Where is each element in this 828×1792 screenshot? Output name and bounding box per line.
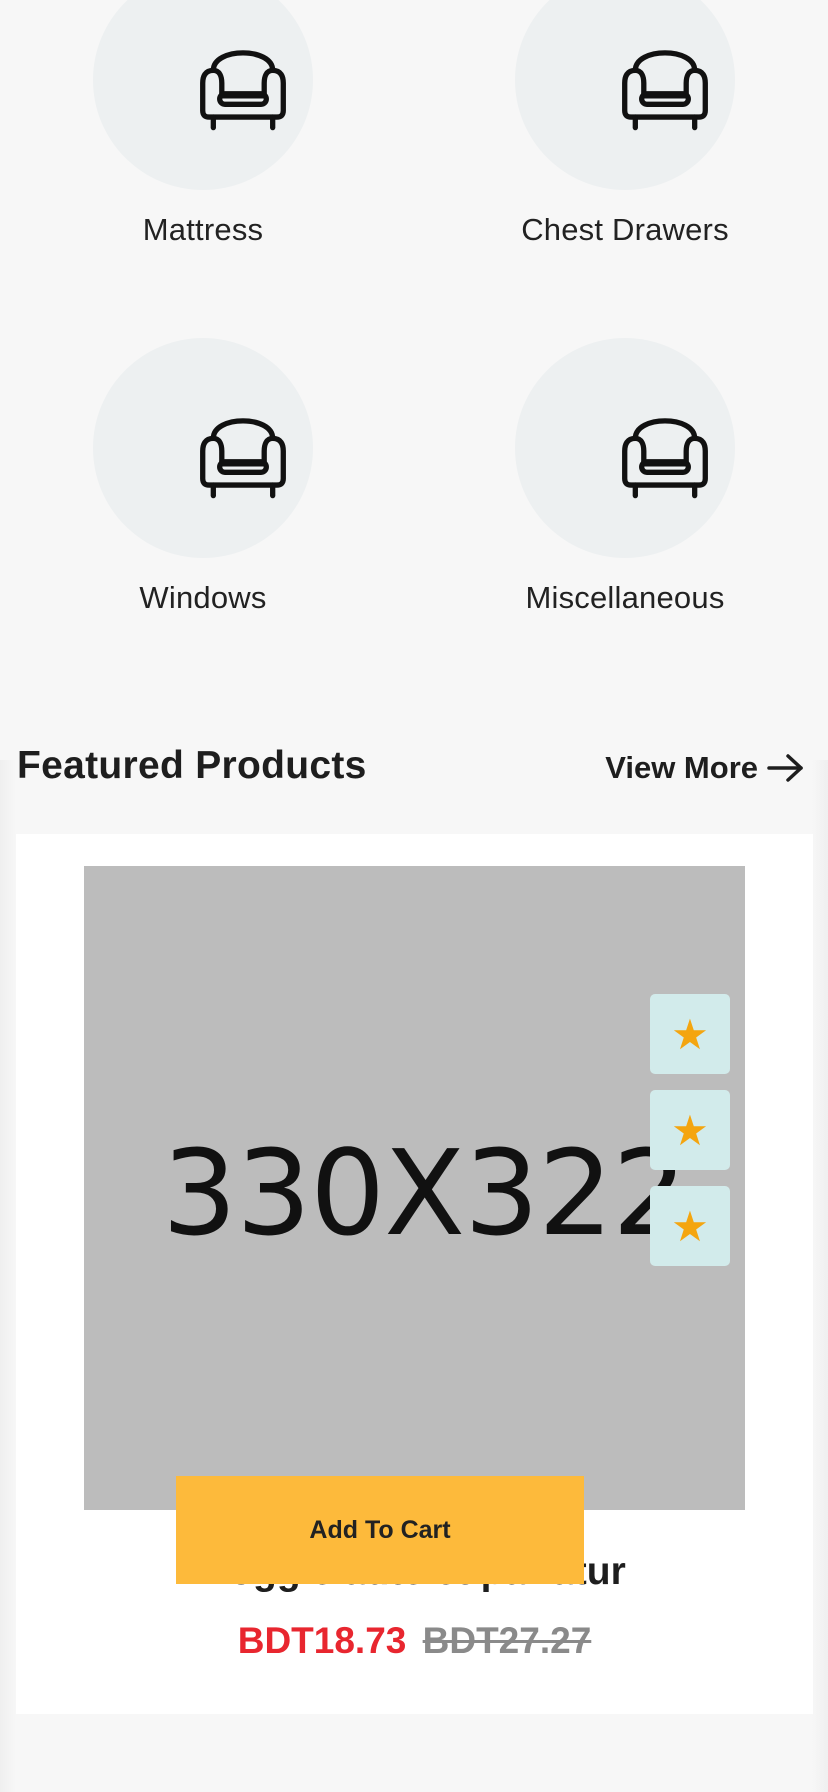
armchair-icon (612, 396, 718, 502)
view-more-link[interactable]: View More (605, 750, 806, 786)
armchair-icon (190, 396, 296, 502)
star-icon: ★ (671, 1010, 709, 1058)
action-button[interactable]: ★ (650, 994, 730, 1074)
image-placeholder-text: 330X322 (162, 1124, 687, 1262)
arrow-right-icon (766, 752, 806, 784)
armchair-icon (612, 28, 718, 134)
price-row: BDT18.73 BDT27.27 (16, 1620, 813, 1662)
page: Mattress Chest Drawers Windows Miscellan… (0, 0, 828, 1792)
category-label: Windows (139, 580, 267, 615)
section-title: Featured Products (17, 744, 367, 787)
star-icon: ★ (671, 1202, 709, 1250)
category-label: Mattress (142, 212, 264, 247)
action-button[interactable]: ★ (650, 1186, 730, 1266)
action-button[interactable]: ★ (650, 1090, 730, 1170)
view-more-label: View More (605, 750, 758, 785)
price-original: BDT27.27 (422, 1620, 592, 1661)
add-to-cart-button[interactable]: Add To Cart (176, 1476, 584, 1584)
product-image[interactable]: 330X322 (84, 866, 745, 1510)
star-icon: ★ (671, 1106, 709, 1154)
price-current: BDT18.73 (237, 1620, 407, 1661)
product-card[interactable]: 330X322 ★ ★ ★ Xoggle aute et pariatur Ad… (16, 834, 813, 1714)
category-label: Chest Drawers (521, 212, 729, 247)
category-label: Miscellaneous (525, 580, 725, 615)
armchair-icon (190, 28, 296, 134)
